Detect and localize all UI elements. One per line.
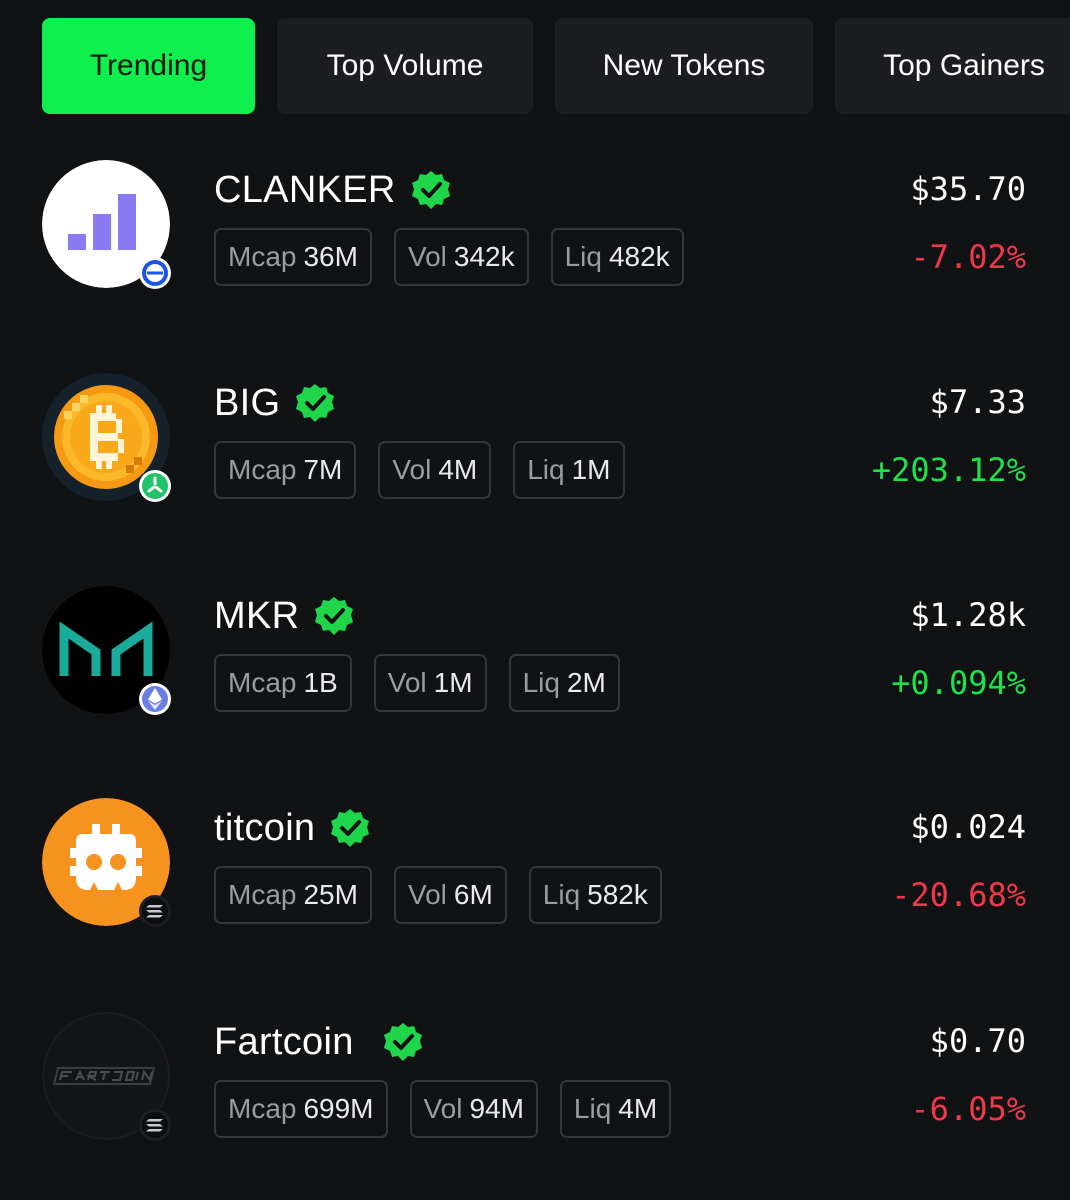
- vol-label: Vol: [423, 1093, 463, 1124]
- liq-chip: Liq 582k: [528, 866, 662, 924]
- liq-chip: Liq 482k: [550, 228, 684, 286]
- token-name-line: Fartcoin: [214, 1018, 424, 1066]
- verified-badge-icon: [382, 1021, 424, 1063]
- token-price: $7.33: [929, 383, 1026, 421]
- token-name-line: titcoin: [214, 804, 371, 852]
- liq-value: 582k: [587, 879, 648, 910]
- mcap-label: Mcap: [228, 667, 297, 698]
- verified-badge-icon: [294, 382, 336, 424]
- token-list: CLANKER Mcap 36M Vol 342k Liq 482k $35.70 -…: [0, 0, 1070, 1200]
- vol-chip: Vol 1M: [373, 654, 487, 712]
- mcap-chip: Mcap 25M: [214, 866, 372, 924]
- token-stats: Mcap 7M Vol 4M Liq 1M: [214, 441, 625, 499]
- mcap-value: 1B: [303, 667, 338, 698]
- price-change: -6.05%: [910, 1090, 1026, 1128]
- mcap-label: Mcap: [228, 879, 297, 910]
- liq-label: Liq: [522, 667, 560, 698]
- token-price: $0.024: [910, 808, 1026, 846]
- token-row-big[interactable]: BIG Mcap 7M Vol 4M Liq 1M $7.33 +203.12%: [0, 373, 1070, 513]
- mcap-label: Mcap: [228, 241, 297, 272]
- token-stats: Mcap 699M Vol 94M Liq 4M: [214, 1080, 672, 1138]
- token-price: $0.70: [929, 1022, 1026, 1060]
- solana-chain-icon: [138, 894, 172, 928]
- green-chain-icon: [138, 469, 172, 503]
- ethereum-chain-icon: [138, 682, 172, 716]
- liq-label: Liq: [573, 1093, 612, 1124]
- price-change: +0.094%: [891, 664, 1026, 702]
- mcap-value: 25M: [303, 879, 358, 910]
- token-name: titcoin: [214, 806, 316, 849]
- mcap-value: 7M: [303, 454, 343, 485]
- price-change: -7.02%: [910, 238, 1026, 276]
- solana-chain-icon: [138, 1108, 172, 1142]
- mcap-chip: Mcap 1B: [214, 654, 352, 712]
- vol-chip: Vol 6M: [393, 866, 507, 924]
- mcap-chip: Mcap 7M: [214, 441, 357, 499]
- vol-label: Vol: [392, 454, 432, 485]
- verified-badge-icon: [410, 169, 452, 211]
- token-name-line: BIG: [214, 379, 336, 427]
- vol-label: Vol: [407, 879, 447, 910]
- base-chain-icon: [138, 256, 172, 290]
- token-name: BIG: [214, 381, 281, 424]
- liq-value: 2M: [566, 667, 606, 698]
- vol-chip: Vol 342k: [393, 228, 529, 286]
- liq-label: Liq: [542, 879, 581, 910]
- vol-label: Vol: [407, 241, 447, 272]
- mcap-chip: Mcap 36M: [214, 228, 372, 286]
- token-row-mkr[interactable]: MKR Mcap 1B Vol 1M Liq 2M $1.28k +0.094%: [0, 586, 1070, 726]
- liq-chip: Liq 1M: [513, 441, 625, 499]
- vol-value: 1M: [433, 667, 473, 698]
- liq-value: 1M: [571, 454, 611, 485]
- vol-value: 4M: [438, 454, 478, 485]
- liq-value: 4M: [618, 1093, 658, 1124]
- liq-label: Liq: [527, 454, 565, 485]
- token-name-line: MKR: [214, 592, 355, 640]
- vol-value: 94M: [469, 1093, 524, 1124]
- token-row-fartcoin[interactable]: Fartcoin Mcap 699M Vol 94M Liq 4M $0.70 -6.…: [0, 1012, 1070, 1152]
- price-change: +203.12%: [871, 451, 1026, 489]
- token-name: MKR: [214, 594, 300, 637]
- token-stats: Mcap 25M Vol 6M Liq 582k: [214, 866, 662, 924]
- vol-value: 342k: [453, 241, 515, 272]
- token-stats: Mcap 36M Vol 342k Liq 482k: [214, 228, 684, 286]
- vol-value: 6M: [453, 879, 493, 910]
- vol-chip: Vol 94M: [409, 1080, 538, 1138]
- price-change: -20.68%: [891, 876, 1026, 914]
- mcap-value: 36M: [303, 241, 358, 272]
- liq-label: Liq: [564, 241, 602, 272]
- token-price: $35.70: [910, 170, 1026, 208]
- token-stats: Mcap 1B Vol 1M Liq 2M: [214, 654, 620, 712]
- verified-badge-icon: [313, 595, 355, 637]
- mcap-chip: Mcap 699M: [214, 1080, 388, 1138]
- mcap-label: Mcap: [228, 1093, 297, 1124]
- token-screen: Trending Top Volume New Tokens Top Gaine…: [0, 0, 1070, 1200]
- token-name: CLANKER: [214, 168, 396, 211]
- liq-chip: Liq 4M: [559, 1080, 672, 1138]
- token-row-titcoin[interactable]: titcoin Mcap 25M Vol 6M Liq 582k $0.024 -20…: [0, 798, 1070, 938]
- vol-chip: Vol 4M: [378, 441, 492, 499]
- mcap-label: Mcap: [228, 454, 297, 485]
- token-price: $1.28k: [910, 596, 1026, 634]
- token-name-line: CLANKER: [214, 166, 452, 214]
- token-row-clanker[interactable]: CLANKER Mcap 36M Vol 342k Liq 482k $35.70 -…: [0, 160, 1070, 300]
- token-name: Fartcoin: [214, 1020, 354, 1063]
- liq-chip: Liq 2M: [508, 654, 620, 712]
- verified-badge-icon: [329, 807, 371, 849]
- liq-value: 482k: [608, 241, 670, 272]
- mcap-value: 699M: [303, 1093, 374, 1124]
- vol-label: Vol: [387, 667, 427, 698]
